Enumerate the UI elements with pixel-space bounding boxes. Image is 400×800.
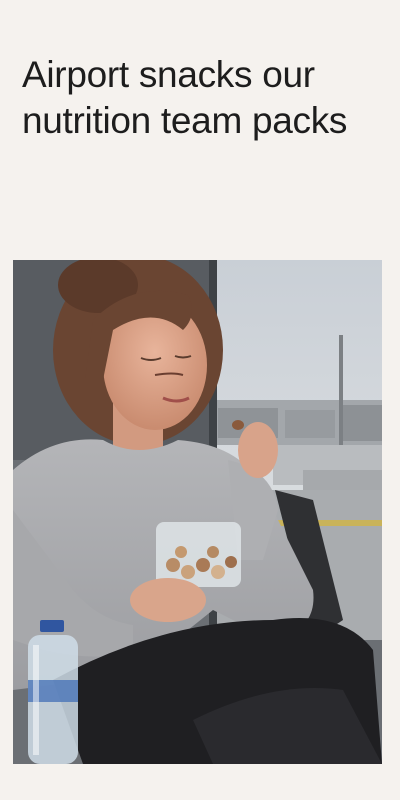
article-hero-photo (13, 260, 382, 764)
article-headline: Airport snacks our nutrition team packs (22, 54, 348, 141)
nut-container (156, 522, 241, 587)
water-bottle (28, 620, 78, 764)
